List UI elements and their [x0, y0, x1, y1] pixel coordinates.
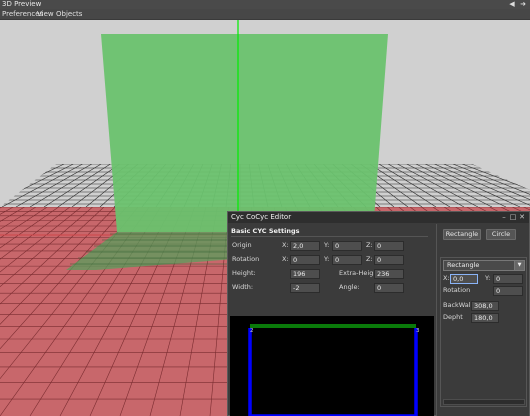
- shape-x-field[interactable]: 0,0: [450, 274, 478, 284]
- dialog-close-icon[interactable]: ✕: [518, 213, 526, 222]
- rotation-label: Rotation: [232, 255, 260, 263]
- horizontal-scrollbar[interactable]: [443, 399, 525, 405]
- corner-label-3: 3: [416, 328, 420, 334]
- menu-objects[interactable]: Objects: [56, 9, 82, 20]
- shape-y-label: Y:: [485, 274, 491, 282]
- basic-settings-panel: Basic CYC Settings Origin X: 2,0 Y: 0 Z:…: [229, 224, 434, 416]
- backwall-label: BackWall: [443, 301, 473, 309]
- section-divider: [231, 236, 428, 237]
- cyc-editor-dialog: Cyc CoCyc Editor – □ ✕ Basic CYC Setting…: [227, 211, 530, 416]
- height-label: Height:: [232, 269, 256, 277]
- dialog-titlebar[interactable]: Cyc CoCyc Editor – □ ✕: [228, 212, 529, 223]
- shape-x-label: X:: [443, 274, 450, 282]
- shape-select[interactable]: Rectangle ▼: [443, 260, 525, 271]
- rotation-x-field[interactable]: 0: [290, 255, 320, 265]
- minimize-icon[interactable]: ◀: [508, 1, 516, 8]
- window-titlebar: 3D Preview ◀ ➜: [0, 0, 530, 9]
- width-field[interactable]: -2: [290, 283, 320, 293]
- height-field[interactable]: 196: [290, 269, 320, 279]
- rotation-z-label: Z:: [366, 255, 373, 263]
- corner-label-2: 2: [250, 328, 254, 334]
- origin-y-field[interactable]: 0: [332, 241, 362, 251]
- origin-z-label: Z:: [366, 241, 373, 249]
- circle-button[interactable]: Circle: [486, 229, 516, 240]
- extra-height-field[interactable]: 236: [374, 269, 404, 279]
- dialog-title: Cyc CoCyc Editor: [231, 213, 292, 221]
- shape-y-field[interactable]: 0: [493, 274, 523, 284]
- rotation-y-field[interactable]: 0: [332, 255, 362, 265]
- section-title: Basic CYC Settings: [231, 227, 300, 235]
- depth-field[interactable]: 180,0: [471, 313, 499, 323]
- origin-z-field[interactable]: 0: [374, 241, 404, 251]
- preview-outline: [248, 328, 418, 416]
- menu-bar: Preferences View Objects: [0, 9, 530, 20]
- rotation-y-label: Y:: [324, 255, 330, 263]
- shape-rotation-field[interactable]: 0: [493, 286, 523, 296]
- close-icon[interactable]: ➜: [519, 1, 527, 8]
- origin-y-label: Y:: [324, 241, 330, 249]
- menu-view[interactable]: View: [37, 9, 54, 20]
- shape-select-value: Rectangle: [447, 261, 480, 269]
- shape-preview[interactable]: 2 3 1 0: [230, 316, 434, 416]
- rotation-z-field[interactable]: 0: [374, 255, 404, 265]
- backwall-field[interactable]: 308,0: [471, 301, 499, 311]
- window-title: 3D Preview: [2, 0, 42, 8]
- dialog-maximize-icon[interactable]: □: [509, 213, 517, 222]
- origin-x-label: X:: [282, 241, 289, 249]
- green-wall: [101, 34, 388, 232]
- width-label: Width:: [232, 283, 254, 291]
- shape-settings: Rectangle ▼ X: 0,0 Y: 0 Rotation 0 BackW…: [440, 257, 527, 407]
- rotation-x-label: X:: [282, 255, 289, 263]
- dialog-minimize-icon[interactable]: –: [500, 213, 508, 222]
- shape-rotation-label: Rotation: [443, 286, 471, 294]
- angle-label: Angle:: [339, 283, 360, 291]
- origin-label: Origin: [232, 241, 252, 249]
- origin-x-field[interactable]: 2,0: [290, 241, 320, 251]
- rectangle-button[interactable]: Rectangle: [443, 229, 481, 240]
- angle-field[interactable]: 0: [374, 283, 404, 293]
- depth-label: Depht: [443, 313, 463, 321]
- chevron-down-icon[interactable]: ▼: [514, 261, 524, 270]
- shape-panel: Rectangle Circle Rectangle ▼ X: 0,0 Y: 0…: [436, 224, 529, 416]
